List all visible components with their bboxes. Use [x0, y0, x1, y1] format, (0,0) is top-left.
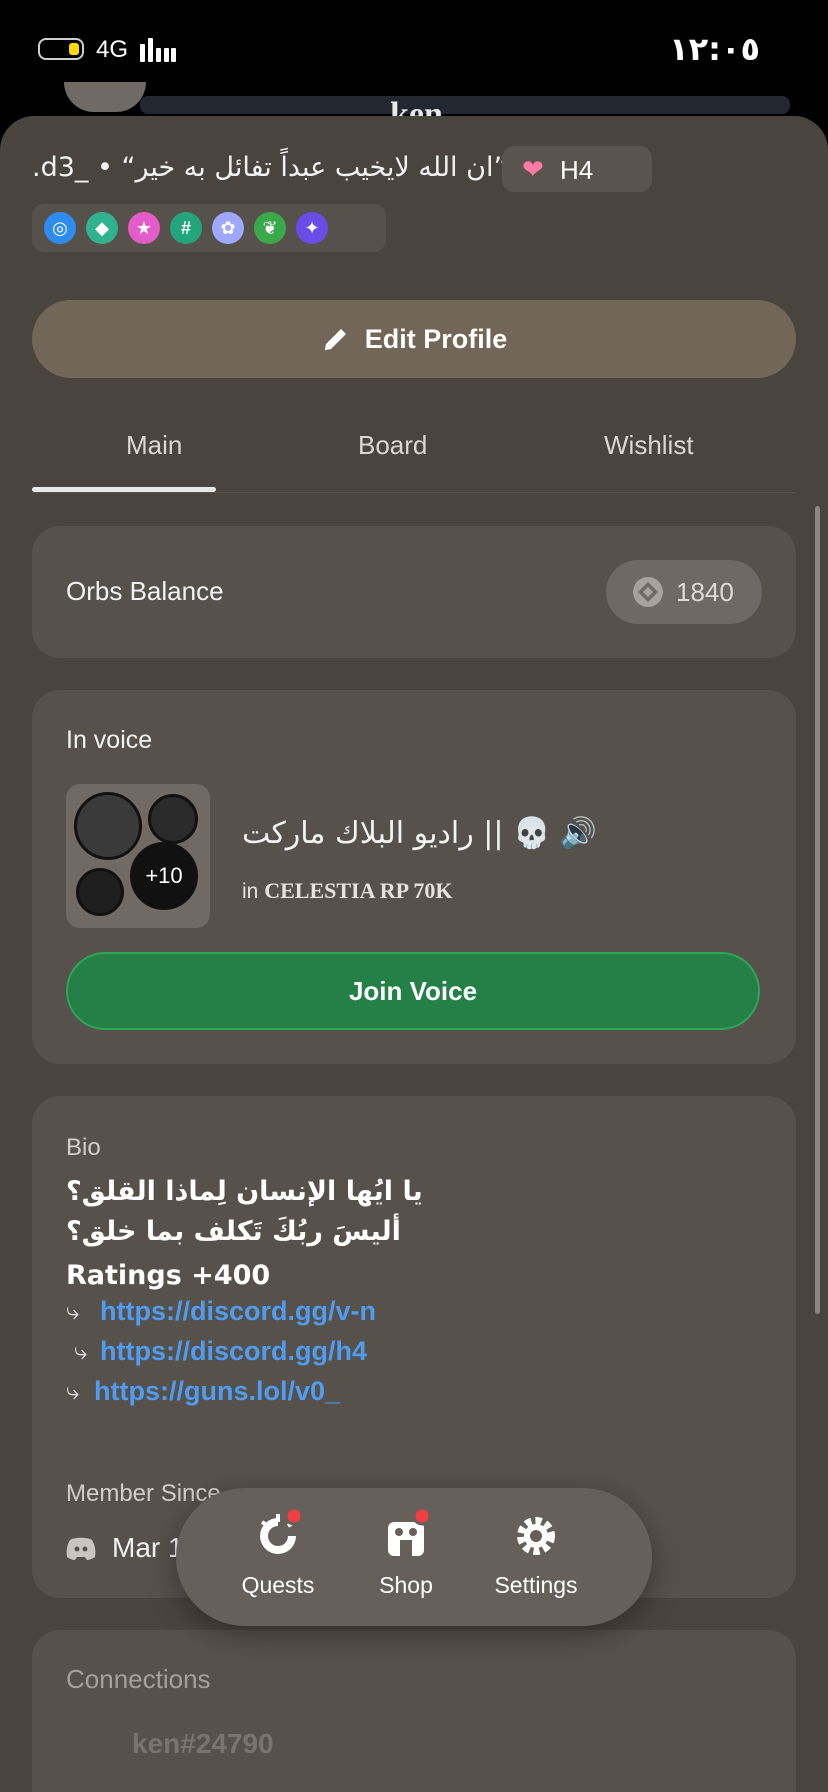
connections-heading: Connections	[66, 1664, 211, 1694]
badge-list: ◎ ◆ ★ # ✿ ❦ ✦	[32, 204, 386, 252]
tab-board[interactable]: Board	[358, 430, 427, 461]
orb-badge-icon[interactable]: ✦	[296, 212, 328, 244]
gear-icon	[517, 1517, 555, 1555]
battery-icon	[38, 38, 84, 60]
hashtag-badge-icon[interactable]: #	[170, 212, 202, 244]
nav-settings-label: Settings	[494, 1572, 578, 1598]
shop-icon	[388, 1506, 432, 1556]
avatar	[74, 792, 142, 860]
orb-icon	[633, 577, 663, 607]
nav-shop[interactable]: Shop	[346, 1506, 466, 1599]
tab-wishlist[interactable]: Wishlist	[604, 430, 694, 461]
avatar[interactable]	[64, 82, 146, 112]
avatar	[76, 868, 124, 916]
bottom-nav: Quests Shop Settings	[176, 1488, 652, 1626]
more-participants-count: +10	[130, 842, 198, 910]
nav-settings[interactable]: Settings	[476, 1512, 596, 1599]
nav-shop-label: Shop	[379, 1572, 433, 1598]
in-voice-card: In voice +10 راديو البلاك ماركت || 💀 🔊 i…	[32, 690, 796, 1064]
orbs-balance-value: 1840	[676, 577, 734, 607]
nitro-badge-icon[interactable]: ◎	[44, 212, 76, 244]
server-tag[interactable]: ❤ H4	[502, 146, 652, 192]
edit-profile-label: Edit Profile	[364, 323, 508, 354]
orbs-balance-label: Orbs Balance	[66, 576, 224, 606]
boost-badge-icon[interactable]: ◆	[86, 212, 118, 244]
arrow-icon: ⤷	[74, 1338, 88, 1365]
bio-line: أليسَ ربُكَ تَكلف بما خلق؟	[66, 1216, 401, 1247]
voice-server: in CELESTIA RP 70K	[242, 878, 452, 904]
connections-card: Connections ken#24790	[32, 1630, 796, 1792]
signal-icon	[140, 38, 176, 62]
quests-icon	[260, 1506, 304, 1554]
avatar	[148, 794, 198, 844]
pencil-icon	[324, 329, 346, 351]
heart-icon: ❤	[522, 154, 544, 184]
bio-link[interactable]: https://discord.gg/v-n	[100, 1296, 376, 1327]
profile-tabs: Main Board Wishlist	[32, 416, 796, 493]
network-type: 4G	[96, 36, 129, 63]
server-tag-label: H4	[560, 155, 594, 185]
tab-main[interactable]: Main	[126, 430, 182, 461]
orbs-balance-pill[interactable]: 1840	[606, 560, 762, 624]
custom-status: .d3_ • “ان الله لايخيب عبداً تفائل به خي…	[32, 152, 508, 183]
leaf-badge-icon[interactable]: ❦	[254, 212, 286, 244]
clock: ١٢:٠٥	[669, 30, 760, 68]
voice-participants[interactable]: +10	[66, 784, 210, 928]
nav-quests[interactable]: Quests	[218, 1506, 338, 1599]
discord-icon	[66, 1537, 96, 1560]
server-name: CELESTIA RP 70K	[264, 878, 453, 903]
bio-link[interactable]: https://discord.gg/h4	[100, 1336, 367, 1367]
arrow-icon: ⤷	[66, 1378, 80, 1405]
voice-channel-name: راديو البلاك ماركت || 💀 🔊	[242, 816, 598, 851]
nav-quests-label: Quests	[241, 1572, 315, 1598]
hypesquad-badge-icon[interactable]: ✿	[212, 212, 244, 244]
bio-link[interactable]: https://guns.lol/v0_	[94, 1376, 340, 1407]
orbs-balance-card: Orbs Balance 1840	[32, 526, 796, 658]
bio-line: Ratings +400	[66, 1260, 271, 1291]
custom-status-row: .d3_ • “ان الله لايخيب عبداً تفائل به خي…	[32, 146, 792, 192]
scrollbar[interactable]	[815, 506, 820, 1314]
edit-profile-button[interactable]: Edit Profile	[32, 300, 796, 378]
server-prefix: in	[242, 880, 259, 903]
quest-badge-icon[interactable]: ★	[128, 212, 160, 244]
join-voice-button[interactable]: Join Voice	[66, 952, 760, 1030]
bio-heading: Bio	[66, 1134, 101, 1161]
active-tab-indicator	[32, 487, 216, 492]
bio-line: يا ايُها الإنسان لِماذا القلق؟	[66, 1176, 423, 1207]
member-since-label: Member Since	[66, 1480, 221, 1507]
in-voice-title: In voice	[66, 726, 153, 754]
connection-username[interactable]: ken#24790	[132, 1728, 274, 1760]
arrow-icon: ⤷	[66, 1298, 80, 1325]
